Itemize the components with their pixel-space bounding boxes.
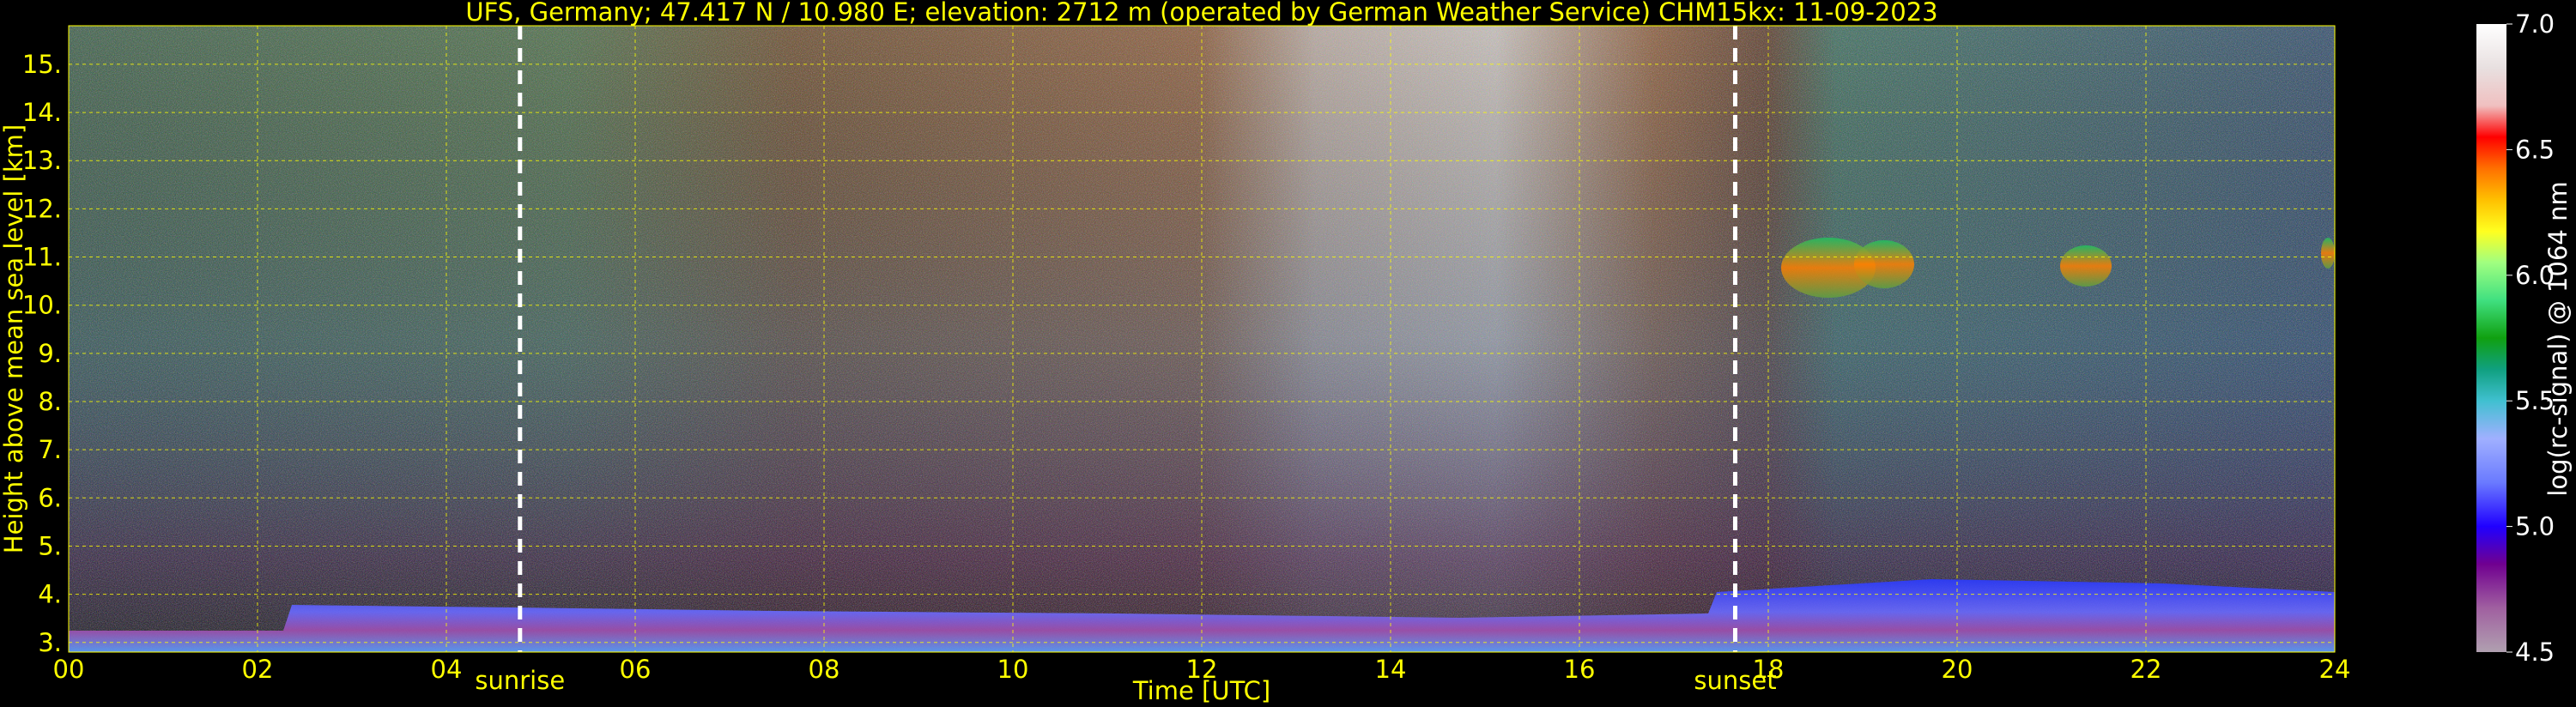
x-tick-label: 24 <box>2319 655 2351 684</box>
x-tick-label: 18 <box>1753 655 1785 684</box>
y-tick-label: 9. <box>38 339 62 368</box>
y-tick-label: 3. <box>38 628 62 657</box>
colorbar <box>2476 24 2506 652</box>
x-tick-label: 14 <box>1375 655 1407 684</box>
ceilometer-chart: sunrise sunset 00 02 04 06 08 10 12 14 16 18 20 22 24… <box>0 0 2573 705</box>
signal-field <box>69 26 2335 652</box>
x-tick-label: 04 <box>431 655 463 684</box>
y-axis-label: Height above mean sea level [km] <box>0 124 28 553</box>
x-axis-label: Time [UTC] <box>1132 676 1270 705</box>
y-tick-label: 15. <box>22 50 62 79</box>
x-tick-label: 02 <box>242 655 274 684</box>
y-tick-label: 5. <box>38 531 62 560</box>
x-tick-label: 00 <box>53 655 85 684</box>
chart-title: UFS, Germany; 47.417 N / 10.980 E; eleva… <box>465 0 1937 27</box>
y-tick-label: 4. <box>38 580 62 609</box>
x-tick-label: 10 <box>997 655 1029 684</box>
x-tick-label: 06 <box>620 655 652 684</box>
colorbar-tick-label: 6.5 <box>2515 135 2555 164</box>
x-tick-label: 16 <box>1564 655 1596 684</box>
colorbar-label: log(rc-signal) @ 1064 nm <box>2543 181 2573 496</box>
colorbar-tick-label: 7.0 <box>2515 9 2555 39</box>
colorbar-tick-label: 4.5 <box>2515 638 2555 667</box>
y-tick-label: 14. <box>22 98 62 127</box>
colorbar-tick-label: 5.0 <box>2515 512 2555 541</box>
x-tick-label: 20 <box>1942 655 1973 684</box>
y-tick-label: 8. <box>38 387 62 416</box>
x-tick-label: 08 <box>809 655 840 684</box>
y-tick-label: 7. <box>38 435 62 464</box>
y-tick-label: 6. <box>38 483 62 512</box>
x-tick-label: 22 <box>2131 655 2162 684</box>
sunrise-label: sunrise <box>475 666 565 695</box>
